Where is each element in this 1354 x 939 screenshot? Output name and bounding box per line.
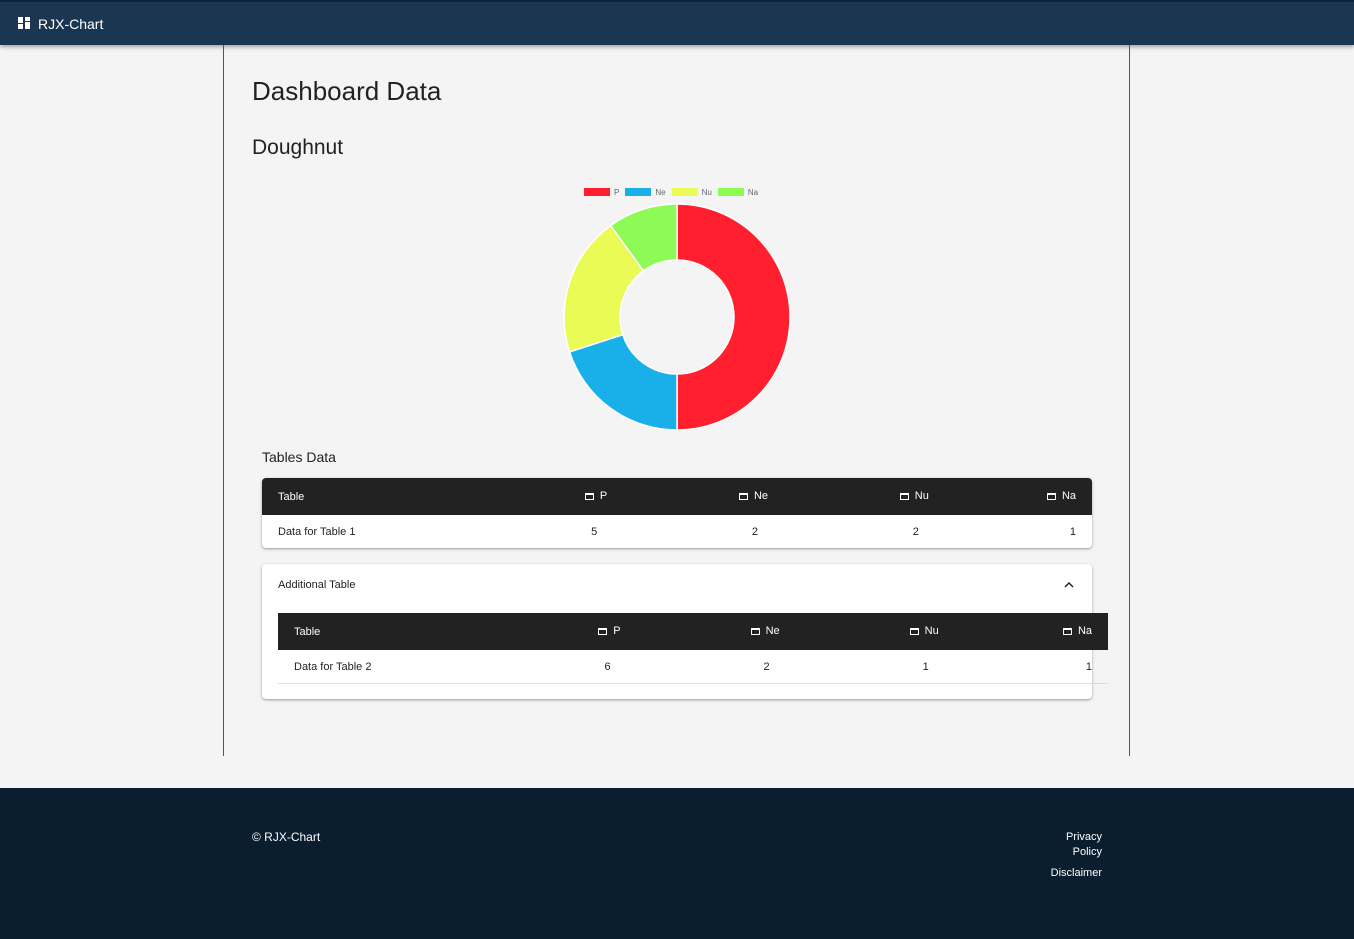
main-content: Dashboard Data Doughnut P Ne Nu Na Tables D… <box>223 45 1130 756</box>
additional-table-panel: Additional Table Table P Ne Nu Na Data f… <box>262 564 1108 699</box>
table-header-row: Table P Ne Nu Na <box>278 613 1108 650</box>
cell-p: 6 <box>549 650 621 684</box>
footer-links: Privacy Policy Disclaimer <box>1040 830 1102 887</box>
legend-item-ne[interactable]: Ne <box>625 187 666 197</box>
chevron-up-icon[interactable] <box>1062 578 1076 592</box>
column-header-table[interactable]: Table <box>278 613 549 650</box>
cell-table-name: Data for Table 2 <box>278 650 550 684</box>
legend-label: Ne <box>655 187 666 197</box>
cell-nu: 2 <box>912 525 919 538</box>
legend-swatch <box>625 188 652 196</box>
doughnut-slice-ne[interactable] <box>568 333 678 431</box>
table-row: Data for Table 1 5 2 2 1 <box>262 515 1092 548</box>
column-header-ne[interactable]: Ne <box>621 613 780 650</box>
legend-swatch <box>717 188 744 196</box>
privacy-policy-link[interactable]: Privacy Policy <box>1040 830 1102 860</box>
cell-na: 1 <box>1069 525 1076 538</box>
doughnut-slice-p[interactable] <box>676 203 791 431</box>
table-header-row: Table P Ne Nu Na <box>262 478 1092 515</box>
legend-label: P <box>614 187 620 197</box>
data-table-1: Table P Ne Nu Na Data for Table 1 5 2 2 … <box>262 478 1092 548</box>
calendar-icon <box>909 627 919 635</box>
chart-section-title: Doughnut <box>252 136 344 159</box>
tables-section-title: Tables Data <box>262 449 336 465</box>
page-title: Dashboard Data <box>252 76 442 106</box>
chart-legend: P Ne Nu Na <box>584 187 764 197</box>
doughnut-chart <box>563 203 791 431</box>
legend-swatch <box>671 188 698 196</box>
calendar-icon <box>584 492 594 500</box>
calendar-icon <box>598 627 608 635</box>
cell-table-name: Data for Table 1 <box>278 525 356 538</box>
legend-item-na[interactable]: Na <box>717 187 759 197</box>
calendar-icon <box>738 492 748 500</box>
additional-table-header[interactable]: Additional Table <box>278 574 1076 598</box>
column-header-nu[interactable]: Nu <box>780 613 939 650</box>
legend-item-p[interactable]: P <box>584 188 619 197</box>
calendar-icon <box>750 627 760 635</box>
cell-nu: 1 <box>779 650 939 684</box>
additional-table-title: Additional Table <box>278 579 356 591</box>
column-header-p[interactable]: P <box>542 478 607 515</box>
column-header-na[interactable]: Na <box>929 478 1092 515</box>
dashboard-icon <box>18 17 30 29</box>
cell-na: 1 <box>938 650 1108 684</box>
app-title[interactable]: RJX-Chart <box>38 15 103 33</box>
footer-copyright: © RJX-Chart <box>252 830 321 844</box>
legend-label: Nu <box>701 187 712 197</box>
footer: © RJX-Chart Privacy Policy Disclaimer <box>0 788 1354 939</box>
column-header-p[interactable]: P <box>549 613 621 650</box>
calendar-icon <box>1062 627 1072 635</box>
cell-ne: 2 <box>751 525 759 538</box>
column-header-table[interactable]: Table <box>262 478 542 515</box>
data-table-2: Table P Ne Nu Na Data for Table 2 6 2 1 … <box>278 613 1108 684</box>
legend-item-nu[interactable]: Nu <box>671 187 712 197</box>
column-header-nu[interactable]: Nu <box>768 478 929 515</box>
calendar-icon <box>899 492 909 500</box>
column-header-na[interactable]: Na <box>939 613 1108 650</box>
cell-ne: 2 <box>620 650 780 684</box>
table-row: Data for Table 2 6 2 1 1 <box>278 650 1108 684</box>
column-header-ne[interactable]: Ne <box>607 478 768 515</box>
cell-p: 5 <box>591 525 598 538</box>
legend-label: Na <box>747 187 759 197</box>
app-bar: RJX-Chart <box>0 0 1354 45</box>
table-1-card: Table P Ne Nu Na Data for Table 1 5 2 2 … <box>262 478 1092 548</box>
calendar-icon <box>1046 492 1056 500</box>
disclaimer-link[interactable]: Disclaimer <box>1040 866 1102 881</box>
legend-swatch <box>584 188 610 196</box>
